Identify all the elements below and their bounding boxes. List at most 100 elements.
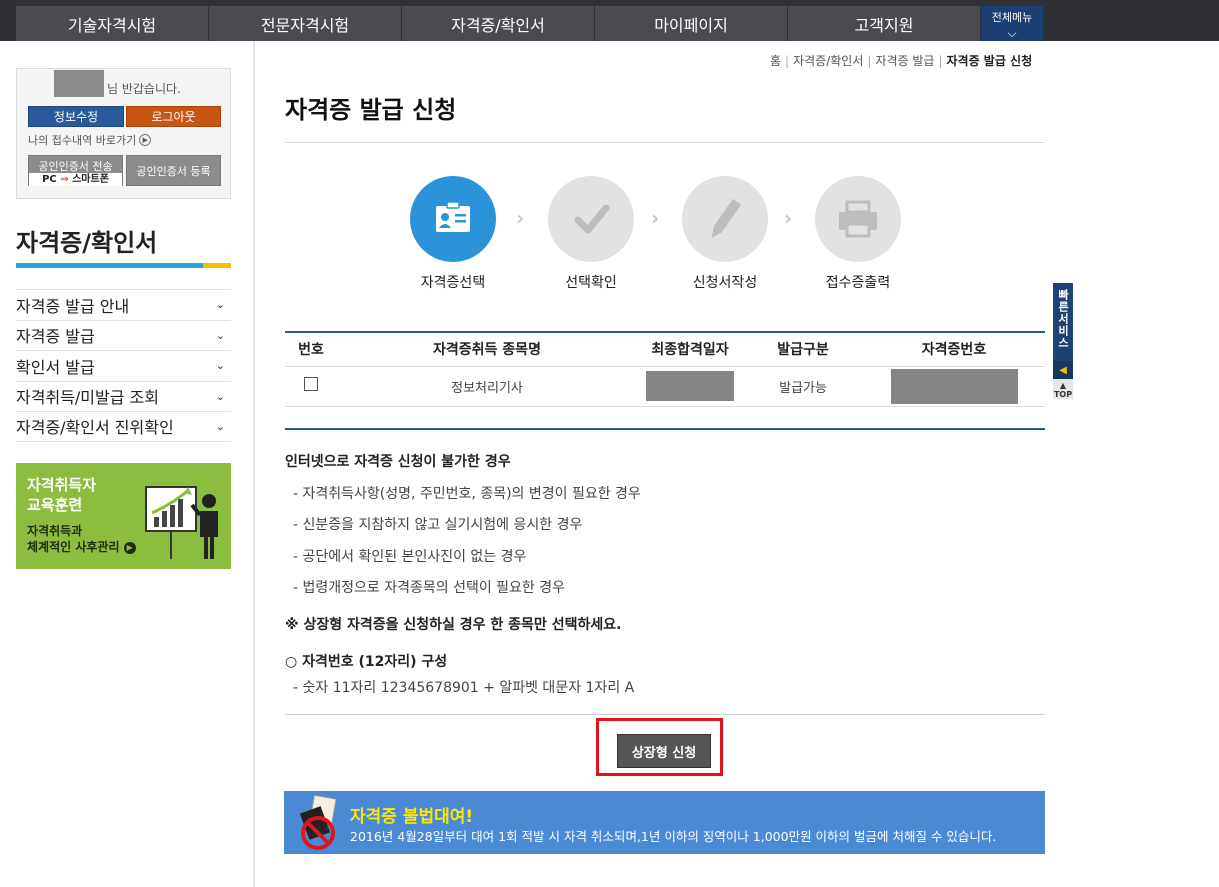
breadcrumb-issue[interactable]: 자격증 발급 <box>875 54 934 68</box>
chevron-down-icon: ⌄ <box>215 419 225 433</box>
cert-number-structure-item: - 숫자 11자리 12345678901 + 알파벳 대문자 1자리 A <box>293 680 635 696</box>
row-checkbox-cell <box>285 366 337 407</box>
sidebar-item-label: 자격증/확인서 진위확인 <box>16 418 174 438</box>
header-pass-date: 최종합격일자 <box>637 332 743 367</box>
header-cert-number: 자격증번호 <box>863 332 1045 367</box>
chevron-down-icon: ⌄ <box>215 389 225 403</box>
breadcrumb-certificates[interactable]: 자격증/확인서 <box>793 54 863 68</box>
step-3-circle <box>682 176 768 262</box>
cert-register-button[interactable]: 공인인증서 등록 <box>126 155 221 186</box>
nav-item-professional-exam[interactable]: 전문자격시험 <box>209 6 402 41</box>
logout-button[interactable]: 로그아웃 <box>126 106 221 127</box>
certificate-table: 번호 자격증취득 종목명 최종합격일자 발급구분 자격증번호 정보처리기사 발급… <box>285 331 1045 407</box>
banner-title: 자격증 불법대여! <box>350 807 474 827</box>
checkmark-icon <box>574 204 610 234</box>
breadcrumb-home[interactable]: 홈 <box>770 54 781 68</box>
sidebar-item-label: 확인서 발급 <box>16 357 95 377</box>
notice-item: - 공단에서 확인된 본인사진이 없는 경우 <box>293 549 527 565</box>
header-name: 자격증취득 종목명 <box>337 332 637 367</box>
row-name: 정보처리기사 <box>337 366 637 407</box>
my-records-link[interactable]: 나의 접수내역 바로가기 ▶ <box>28 132 152 148</box>
step-4-circle <box>815 176 901 262</box>
chevron-right-icon: › <box>784 206 793 230</box>
top-navigation: 기술자격시험 전문자격시험 자격증/확인서 마이페이지 고객지원 전체메뉴 ⌵ <box>0 0 1219 41</box>
breadcrumb: 홈 | 자격증/확인서 | 자격증 발급 | 자격증 발급 신청 <box>770 54 1033 68</box>
chevron-left-icon[interactable]: ◀ <box>1053 361 1073 379</box>
chevron-right-icon: › <box>651 206 660 230</box>
row-cert-number <box>863 366 1045 407</box>
sidebar-item-lookup[interactable]: 자격취득/미발급 조회 ⌄ <box>16 380 231 412</box>
bottom-divider <box>285 714 1045 715</box>
edit-profile-button[interactable]: 정보수정 <box>28 106 124 127</box>
step-4-label: 접수증출력 <box>825 275 891 291</box>
sidebar-menu: 자격증 발급 안내 ⌄ 자격증 발급 ⌄ 확인서 발급 ⌄ 자격취득/미발급 조… <box>16 289 231 442</box>
nav-item-tech-exam[interactable]: 기술자격시험 <box>16 6 209 41</box>
table-header-row: 번호 자격증취득 종목명 최종합격일자 발급구분 자격증번호 <box>285 332 1045 367</box>
pencil-icon <box>711 198 742 238</box>
arrow-right-icon: ⇒ <box>60 174 69 185</box>
step-2-circle <box>548 176 634 262</box>
nav-item-certificates[interactable]: 자격증/확인서 <box>402 6 595 41</box>
sidebar-item-label: 자격취득/미발급 조회 <box>16 388 159 408</box>
cert-send-pc: PC <box>42 174 57 185</box>
notice-item: - 신분증을 지참하지 않고 실기시험에 응시한 경우 <box>293 517 583 533</box>
cert-send-phone: 스마트폰 <box>72 174 109 185</box>
left-sidebar: 님 반갑습니다. 정보수정 로그아웃 나의 접수내역 바로가기 ▶ 공인인증서 … <box>0 41 255 887</box>
nav-item-mypage[interactable]: 마이페이지 <box>595 6 788 41</box>
chevron-down-icon: ⌄ <box>215 298 225 312</box>
title-divider <box>285 142 1045 143</box>
section-divider <box>285 428 1045 430</box>
breadcrumb-current: 자격증 발급 신청 <box>946 54 1033 68</box>
banner-headline: 자격취득자 교육훈련 <box>27 475 96 515</box>
education-banner[interactable]: 자격취득자 교육훈련 자격취득과 체계적인 사후관리 ▶ <box>16 463 231 569</box>
login-box: 님 반갑습니다. 정보수정 로그아웃 나의 접수내역 바로가기 ▶ 공인인증서 … <box>16 68 231 199</box>
id-card-icon <box>436 201 470 232</box>
banner-line-2: 교육훈련 <box>27 496 83 514</box>
caret-up-icon: ▲ <box>1059 381 1067 390</box>
scroll-top-button[interactable]: ▲ TOP <box>1053 379 1073 399</box>
banner-description: 2016년 4월28일부터 대여 1회 적발 시 자격 취소되며,1년 이하의 … <box>350 829 997 844</box>
sidebar-item-issue[interactable]: 자격증 발급 ⌄ <box>16 319 231 351</box>
step-2-label: 선택확인 <box>565 275 617 291</box>
play-icon: ▶ <box>123 541 136 554</box>
sidebar-item-verify[interactable]: 자격증/확인서 진위확인 ⌄ <box>16 411 231 442</box>
sidebar-title: 자격증/확인서 <box>16 229 158 257</box>
my-records-label: 나의 접수내역 바로가기 <box>28 134 137 147</box>
chevron-down-icon: ⌄ <box>215 359 225 373</box>
cert-send-sub: PC ⇒ 스마트폰 <box>29 173 122 186</box>
notice-item: - 자격취득사항(성명, 주민번호, 종목)의 변경이 필요한 경우 <box>293 486 641 502</box>
masked-pass-date <box>646 371 734 401</box>
header-issue-type: 발급구분 <box>743 332 863 367</box>
banner-subtext: 자격취득과 체계적인 사후관리 ▶ <box>27 523 136 555</box>
notice-item: - 법령개정으로 자격종목의 선택이 필요한 경우 <box>293 580 566 596</box>
masked-cert-number <box>890 368 1018 404</box>
greeting-text: 님 반갑습니다. <box>107 82 181 96</box>
row-checkbox[interactable] <box>304 377 318 391</box>
sidebar-item-label: 자격증 발급 안내 <box>16 296 130 316</box>
chevron-right-icon: › <box>516 206 525 230</box>
step-1-circle <box>410 176 496 262</box>
step-3-label: 신청서작성 <box>692 275 758 291</box>
chevron-down-icon: ⌄ <box>215 328 225 342</box>
header-number: 번호 <box>285 332 337 367</box>
banner-line-3: 자격취득과 <box>27 524 83 538</box>
cert-send-button[interactable]: 공인인증서 전송 PC ⇒ 스마트폰 <box>28 155 123 186</box>
award-type-warning: ※ 상장형 자격증을 신청하실 경우 한 종목만 선택하세요. <box>285 617 622 633</box>
scroll-top-label: TOP <box>1053 390 1073 399</box>
notice-heading: 인터넷으로 자격증 신청이 불가한 경우 <box>285 454 511 470</box>
cert-number-structure-heading: ○ 자격번호 (12자리) 구성 <box>285 654 448 670</box>
chevron-down-icon: ⌵ <box>1007 26 1017 40</box>
nav-item-support[interactable]: 고객지원 <box>788 6 981 41</box>
row-pass-date <box>637 366 743 407</box>
step-1-label: 자격증선택 <box>420 275 486 291</box>
sidebar-item-issue-guide[interactable]: 자격증 발급 안내 ⌄ <box>16 289 231 320</box>
all-menu-label: 전체메뉴 <box>991 11 1033 24</box>
no-rental-icon <box>299 795 337 850</box>
award-type-apply-button[interactable]: 상장형 신청 <box>617 734 711 768</box>
table-row: 정보처리기사 발급가능 <box>285 366 1045 407</box>
printer-icon <box>839 200 877 238</box>
all-menu-button[interactable]: 전체메뉴 ⌵ <box>981 6 1043 41</box>
sidebar-item-confirmation[interactable]: 확인서 발급 ⌄ <box>16 350 231 381</box>
illegal-rental-banner: 자격증 불법대여! 2016년 4월28일부터 대여 1회 적발 시 자격 취소… <box>284 791 1045 854</box>
quick-service-tab[interactable]: 빠른서비스 <box>1053 283 1073 361</box>
